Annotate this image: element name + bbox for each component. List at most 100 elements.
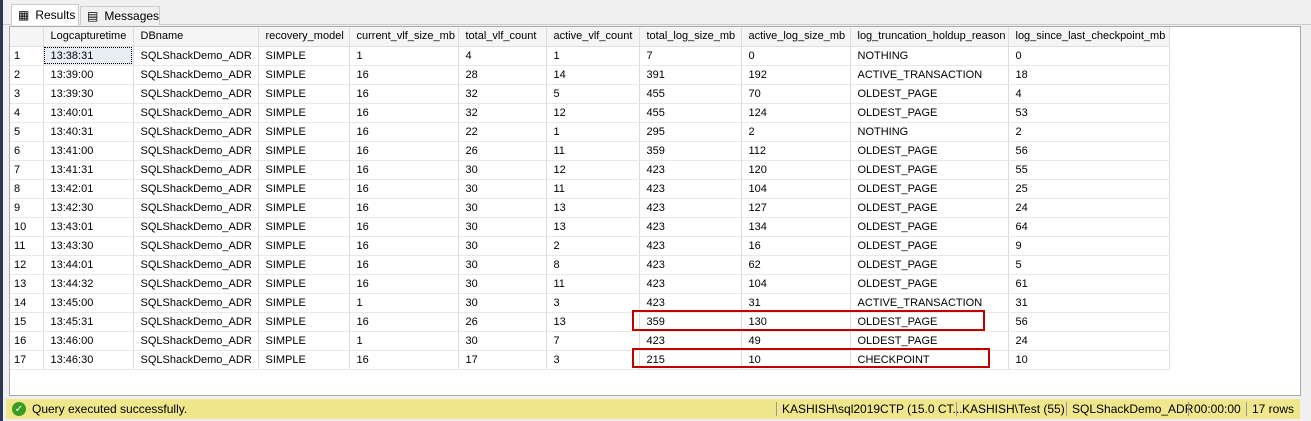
table-cell[interactable]: SIMPLE: [258, 65, 350, 85]
table-cell[interactable]: 455: [639, 103, 742, 123]
table-cell[interactable]: 0: [1008, 46, 1170, 66]
table-cell[interactable]: 16: [349, 217, 459, 237]
table-cell[interactable]: 18: [1008, 65, 1170, 85]
table-cell[interactable]: SIMPLE: [258, 293, 350, 313]
table-cell[interactable]: 13:44:01: [43, 255, 134, 275]
table-cell[interactable]: 55: [1008, 160, 1170, 180]
table-cell[interactable]: 26: [458, 141, 547, 161]
table-cell[interactable]: 2: [741, 122, 851, 142]
table-cell[interactable]: OLDEST_PAGE: [850, 274, 1009, 294]
table-cell[interactable]: SIMPLE: [258, 350, 350, 370]
row-number[interactable]: 9: [10, 198, 44, 218]
column-header[interactable]: DBname: [133, 27, 259, 47]
row-number[interactable]: 11: [10, 236, 44, 256]
table-cell[interactable]: 26: [458, 312, 547, 332]
table-cell[interactable]: 7: [639, 46, 742, 66]
row-number[interactable]: 1: [10, 46, 44, 66]
table-cell[interactable]: SQLShackDemo_ADR: [133, 236, 259, 256]
table-cell[interactable]: 4: [458, 46, 547, 66]
table-cell[interactable]: NOTHING: [850, 122, 1009, 142]
table-cell[interactable]: 12: [546, 103, 640, 123]
table-cell[interactable]: 30: [458, 236, 547, 256]
table-cell[interactable]: ACTIVE_TRANSACTION: [850, 65, 1009, 85]
table-cell[interactable]: 1: [349, 46, 459, 66]
table-cell[interactable]: 13:39:30: [43, 84, 134, 104]
column-header[interactable]: total_vlf_count: [458, 27, 547, 47]
table-cell[interactable]: 1: [349, 293, 459, 313]
table-cell[interactable]: 16: [349, 255, 459, 275]
table-cell[interactable]: 9: [1008, 236, 1170, 256]
table-cell[interactable]: 30: [458, 179, 547, 199]
table-cell[interactable]: 53: [1008, 103, 1170, 123]
row-number[interactable]: 15: [10, 312, 44, 332]
table-cell[interactable]: 32: [458, 84, 547, 104]
row-number[interactable]: 3: [10, 84, 44, 104]
table-cell[interactable]: 423: [639, 255, 742, 275]
column-header[interactable]: total_log_size_mb: [639, 27, 742, 47]
row-number[interactable]: 7: [10, 160, 44, 180]
table-cell[interactable]: 13:42:30: [43, 198, 134, 218]
table-cell[interactable]: SIMPLE: [258, 103, 350, 123]
table-cell[interactable]: 16: [349, 198, 459, 218]
table-cell[interactable]: SQLShackDemo_ADR: [133, 331, 259, 351]
table-cell[interactable]: SIMPLE: [258, 312, 350, 332]
table-cell[interactable]: OLDEST_PAGE: [850, 141, 1009, 161]
table-cell[interactable]: SIMPLE: [258, 331, 350, 351]
table-cell[interactable]: SIMPLE: [258, 122, 350, 142]
table-cell[interactable]: 16: [349, 312, 459, 332]
row-number[interactable]: 17: [10, 350, 44, 370]
table-cell[interactable]: 13:45:31: [43, 312, 134, 332]
row-number[interactable]: 12: [10, 255, 44, 275]
table-cell[interactable]: 32: [458, 103, 547, 123]
row-number[interactable]: 4: [10, 103, 44, 123]
table-cell[interactable]: SQLShackDemo_ADR: [133, 141, 259, 161]
table-cell[interactable]: 24: [1008, 331, 1170, 351]
table-cell[interactable]: SQLShackDemo_ADR: [133, 293, 259, 313]
table-cell[interactable]: 13:46:30: [43, 350, 134, 370]
table-cell[interactable]: SQLShackDemo_ADR: [133, 350, 259, 370]
table-cell[interactable]: SQLShackDemo_ADR: [133, 84, 259, 104]
table-cell[interactable]: OLDEST_PAGE: [850, 236, 1009, 256]
table-cell[interactable]: OLDEST_PAGE: [850, 198, 1009, 218]
table-cell[interactable]: 16: [349, 274, 459, 294]
table-cell[interactable]: SIMPLE: [258, 46, 350, 66]
table-cell[interactable]: 24: [1008, 198, 1170, 218]
table-cell[interactable]: 13:42:01: [43, 179, 134, 199]
table-cell[interactable]: 359: [639, 141, 742, 161]
table-cell[interactable]: 1: [546, 122, 640, 142]
table-cell[interactable]: 13:43:01: [43, 217, 134, 237]
table-cell[interactable]: 64: [1008, 217, 1170, 237]
table-cell[interactable]: 30: [458, 160, 547, 180]
table-cell[interactable]: SQLShackDemo_ADR: [133, 103, 259, 123]
table-cell[interactable]: 16: [349, 84, 459, 104]
table-cell[interactable]: 16: [349, 122, 459, 142]
table-cell[interactable]: 13:44:32: [43, 274, 134, 294]
column-header[interactable]: active_vlf_count: [546, 27, 640, 47]
table-cell[interactable]: OLDEST_PAGE: [850, 84, 1009, 104]
table-cell[interactable]: 5: [1008, 255, 1170, 275]
table-cell[interactable]: SQLShackDemo_ADR: [133, 198, 259, 218]
table-cell[interactable]: 423: [639, 160, 742, 180]
table-cell[interactable]: 5: [546, 84, 640, 104]
column-header[interactable]: current_vlf_size_mb: [349, 27, 459, 47]
table-cell[interactable]: 16: [741, 236, 851, 256]
row-number[interactable]: 8: [10, 179, 44, 199]
column-header[interactable]: Logcapturetime: [43, 27, 134, 47]
table-cell[interactable]: SQLShackDemo_ADR: [133, 160, 259, 180]
table-cell[interactable]: 17: [458, 350, 547, 370]
table-cell[interactable]: 13:46:00: [43, 331, 134, 351]
table-cell[interactable]: SQLShackDemo_ADR: [133, 179, 259, 199]
table-cell[interactable]: 61: [1008, 274, 1170, 294]
table-cell[interactable]: 455: [639, 84, 742, 104]
table-cell[interactable]: 423: [639, 274, 742, 294]
column-header[interactable]: [10, 27, 44, 47]
table-cell[interactable]: 13: [546, 217, 640, 237]
table-cell[interactable]: 30: [458, 217, 547, 237]
table-cell[interactable]: 70: [741, 84, 851, 104]
table-cell[interactable]: SQLShackDemo_ADR: [133, 65, 259, 85]
table-cell[interactable]: 13:40:31: [43, 122, 134, 142]
table-cell[interactable]: 28: [458, 65, 547, 85]
table-cell[interactable]: 120: [741, 160, 851, 180]
table-cell[interactable]: 25: [1008, 179, 1170, 199]
table-cell[interactable]: 0: [741, 46, 851, 66]
